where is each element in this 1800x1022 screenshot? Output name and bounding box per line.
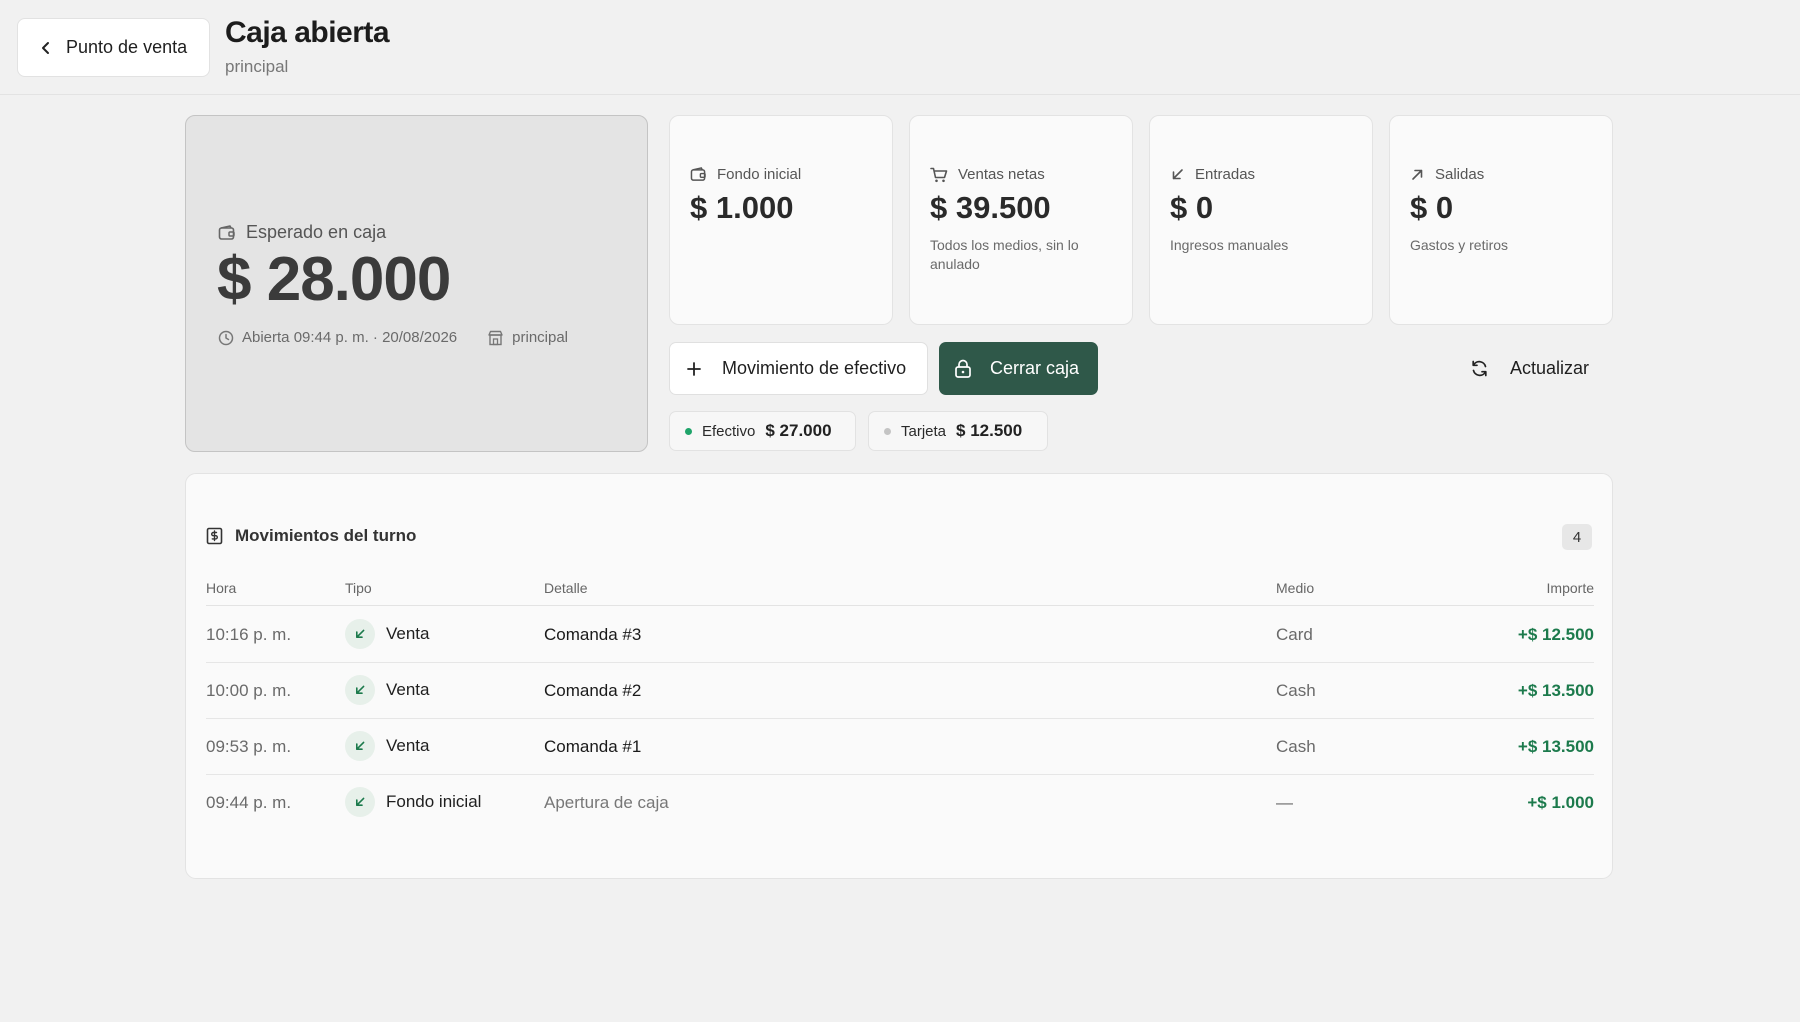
expected-cash-card: Esperado en caja $ 28.000 Abierta 09:44 … — [185, 115, 648, 452]
row-tipo-label: Fondo inicial — [386, 792, 482, 811]
table-row[interactable]: 09:44 p. m. Fondo inicial Apertura de ca… — [206, 775, 1594, 831]
stat-card-entradas: Entradas $ 0 Ingresos manuales — [1149, 115, 1373, 325]
stat-label-row: Salidas — [1410, 166, 1484, 183]
stat-description: Todos los medios, sin lo anulado — [930, 237, 1079, 272]
row-detalle: Comanda #3 — [544, 625, 642, 644]
row-medio: Cash — [1276, 737, 1316, 756]
row-importe: +$ 13.500 — [1517, 681, 1594, 700]
stat-value: $ 0 — [1170, 190, 1214, 225]
stat-label-row: Fondo inicial — [690, 166, 801, 183]
stat-label: Ventas netas — [958, 166, 1045, 183]
arrow-down-left-icon — [345, 619, 375, 649]
wallet-icon — [690, 167, 707, 182]
payment-pill-label: Efectivo — [702, 422, 756, 440]
column-header-tipo: Tipo — [345, 580, 372, 596]
row-importe: +$ 12.500 — [1517, 625, 1594, 644]
stat-card-ventas-netas: Ventas netas $ 39.500 Todos los medios, … — [909, 115, 1133, 325]
table-row[interactable]: 09:53 p. m. Venta Comanda #1 Cash +$ 13.… — [206, 719, 1594, 775]
page-header: Punto de venta Caja abierta principal — [0, 0, 1800, 95]
row-importe: +$ 1.000 — [1527, 793, 1594, 812]
row-hora: 10:16 p. m. — [206, 625, 292, 644]
status-dot — [884, 427, 891, 435]
stat-label-row: Ventas netas — [930, 166, 1045, 183]
column-header-medio: Medio — [1276, 580, 1315, 596]
row-detalle: Apertura de caja — [544, 793, 669, 812]
movements-count-badge: 4 — [1562, 524, 1592, 550]
stat-value: $ 39.500 — [930, 190, 1051, 225]
stat-card-salidas: Salidas $ 0 Gastos y retiros — [1389, 115, 1613, 325]
column-header-detalle: Detalle — [544, 580, 588, 596]
status-dot — [685, 427, 692, 435]
row-detalle: Comanda #1 — [544, 737, 642, 756]
row-tipo: Venta — [345, 675, 430, 705]
payment-pill-cash: Efectivo $ 27.000 — [669, 411, 856, 451]
row-hora: 09:44 p. m. — [206, 793, 292, 812]
row-tipo: Venta — [345, 619, 430, 649]
opened-timestamp: Abierta 09:44 p. m. · 20/08/2026 — [242, 329, 458, 346]
arrow-down-left-icon — [345, 787, 375, 817]
store-icon — [487, 330, 504, 346]
row-hora: 10:00 p. m. — [206, 681, 292, 700]
stat-label: Entradas — [1195, 166, 1256, 183]
column-header-hora: Hora — [206, 580, 237, 596]
arrow-down-left-icon — [345, 731, 375, 761]
arrow-up-right-icon — [1410, 167, 1425, 182]
expected-label-row: Esperado en caja — [218, 222, 386, 243]
stat-label: Fondo inicial — [717, 166, 802, 183]
row-medio: Cash — [1276, 681, 1316, 700]
back-button-label: Punto de venta — [66, 37, 188, 57]
receipt-dollar-icon — [206, 527, 223, 545]
arrow-down-left-icon — [345, 675, 375, 705]
location-label: principal — [512, 329, 569, 346]
row-medio: — — [1276, 793, 1293, 812]
stat-description: Ingresos manuales — [1170, 237, 1289, 253]
row-tipo-label: Venta — [386, 680, 430, 699]
stat-value: $ 1.000 — [690, 190, 794, 225]
table-row[interactable]: 10:00 p. m. Venta Comanda #2 Cash +$ 13.… — [206, 663, 1594, 719]
arrow-down-left-icon — [1170, 167, 1185, 182]
payment-pill-amount: $ 12.500 — [956, 421, 1023, 440]
page-subtitle: principal — [225, 57, 289, 76]
movements-card: Movimientos del turno 4 Hora Tipo Detall… — [185, 473, 1613, 879]
row-hora: 09:53 p. m. — [206, 737, 292, 756]
back-button[interactable]: Punto de venta — [17, 18, 210, 77]
movements-title-row: Movimientos del turno — [206, 526, 416, 546]
refresh-icon — [1470, 359, 1489, 378]
row-tipo: Fondo inicial — [345, 787, 481, 817]
wallet-icon — [218, 224, 236, 241]
stat-value: $ 0 — [1410, 190, 1454, 225]
cash-movement-label: Movimiento de efectivo — [722, 358, 907, 378]
refresh-label: Actualizar — [1510, 358, 1590, 378]
lock-icon — [954, 359, 972, 378]
row-importe: +$ 13.500 — [1517, 737, 1594, 756]
stat-description: Gastos y retiros — [1410, 237, 1509, 253]
row-tipo-label: Venta — [386, 736, 430, 755]
page-title: Caja abierta — [225, 16, 390, 49]
refresh-button[interactable]: Actualizar — [1470, 342, 1610, 395]
close-register-label: Cerrar caja — [990, 358, 1080, 378]
expected-label: Esperado en caja — [246, 222, 387, 242]
payment-pill-amount: $ 27.000 — [765, 421, 832, 440]
close-register-button[interactable]: Cerrar caja — [939, 342, 1098, 395]
cart-icon — [930, 167, 948, 183]
stat-label-row: Entradas — [1170, 166, 1255, 183]
column-header-importe: Importe — [1546, 580, 1594, 596]
movements-title: Movimientos del turno — [235, 526, 417, 545]
stat-card-fondo-inicial: Fondo inicial $ 1.000 — [669, 115, 893, 325]
row-tipo: Venta — [345, 731, 430, 761]
table-header: Hora Tipo Detalle Medio Importe — [206, 576, 1594, 606]
row-detalle: Comanda #2 — [544, 681, 642, 700]
stat-label: Salidas — [1435, 166, 1485, 183]
table-row[interactable]: 10:16 p. m. Venta Comanda #3 Card +$ 12.… — [206, 607, 1594, 663]
expected-amount: $ 28.000 — [217, 245, 451, 314]
chevron-left-icon — [40, 41, 52, 55]
expected-meta: Abierta 09:44 p. m. · 20/08/2026 princip… — [218, 329, 568, 346]
payment-pill-label: Tarjeta — [901, 422, 947, 440]
cash-movement-button[interactable]: Movimiento de efectivo — [669, 342, 928, 395]
row-medio: Card — [1276, 625, 1313, 644]
clock-icon — [218, 330, 234, 346]
row-tipo-label: Venta — [386, 624, 430, 643]
payment-pill-card: Tarjeta $ 12.500 — [868, 411, 1048, 451]
plus-icon — [686, 361, 702, 377]
